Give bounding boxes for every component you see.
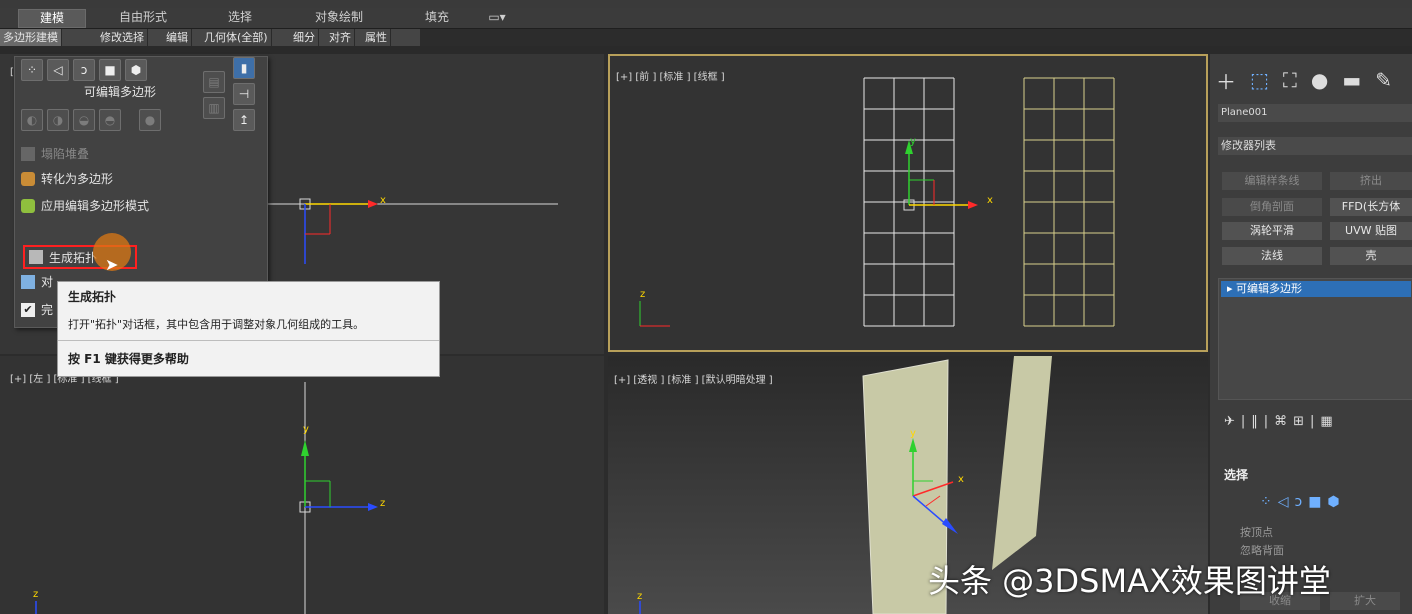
selection-mode-icons[interactable]: ⁘◁ↄ■⬢ — [1260, 494, 1346, 510]
tab-object-paint[interactable]: 对象绘制 — [300, 9, 378, 26]
left-axis-y-label: y — [303, 424, 309, 435]
command-panel-tabs: ＋ ⬚ ⛶ ● ▬ ✎ — [1216, 66, 1412, 94]
ring-icon[interactable]: ◒ — [73, 109, 95, 131]
collapse-stack-item[interactable]: 塌陷堆叠 — [21, 145, 89, 162]
tab-freeform[interactable]: 自由形式 — [110, 9, 176, 26]
apply-edit-poly-label: 应用编辑多边形模式 — [41, 199, 150, 213]
apply-edit-poly-item[interactable]: 应用编辑多边形模式 — [21, 197, 149, 214]
subtab-properties[interactable]: 属性 — [362, 29, 391, 46]
grow-button[interactable]: 扩大 — [1330, 592, 1400, 610]
preview-icon[interactable]: ▤ — [203, 71, 225, 93]
subtab-modify-selection[interactable]: 修改选择 — [97, 29, 148, 46]
edge-mode-icon[interactable]: ◁ — [47, 59, 69, 81]
ribbon-subtab-bar: 多边形建模 修改选择 编辑 几何体(全部) 细分 对齐 属性 — [0, 29, 420, 46]
element-mode-icon[interactable]: ⬢ — [125, 59, 147, 81]
tooltip-description: 打开"拓扑"对话框，其中包含用于调整对象几何组成的工具。 — [68, 318, 365, 331]
subtab-align[interactable]: 对齐 — [326, 29, 355, 46]
tab-populate[interactable]: 填充 — [412, 9, 462, 26]
subtab-subdivision[interactable]: 细分 — [290, 29, 319, 46]
left-axis-z-label: z — [380, 498, 386, 509]
object-name-field[interactable]: Plane001 — [1218, 104, 1412, 122]
extrude-button[interactable]: 挤出 — [1330, 172, 1412, 190]
subtab-edit[interactable]: 编辑 — [163, 29, 192, 46]
viewport-left[interactable]: [+] [左 ] [标准 ] [线框 ] y z z — [0, 356, 604, 614]
convert-to-poly-item[interactable]: 转化为多边形 — [21, 170, 113, 187]
modifier-stack: ▸ 可编辑多边形 — [1218, 278, 1412, 400]
persp-axis-y-label: y — [910, 428, 916, 439]
loop-icon[interactable]: ◓ — [99, 109, 121, 131]
move-up-icon[interactable]: ↥ — [233, 109, 255, 131]
tooltip-help: 按 F1 键获得更多帮助 — [68, 352, 189, 366]
persp-axis-x-label: x — [958, 474, 964, 485]
utilities-tab-icon[interactable]: ✎ — [1375, 68, 1392, 92]
toolbar-strip — [0, 46, 1412, 54]
vertex-mode-icon[interactable]: ⁘ — [21, 59, 43, 81]
turbosmooth-button[interactable]: 涡轮平滑 — [1222, 222, 1322, 240]
viewport-front[interactable]: [+] [前 ] [标准 ] [线框 ] y x z — [608, 54, 1208, 352]
command-panel: ＋ ⬚ ⛶ ● ▬ ✎ Plane001 修改器列表 编辑样条线 挤出 倒角剖面… — [1210, 54, 1412, 614]
grow-icon[interactable]: ◑ — [47, 109, 69, 131]
collapse-stack-label: 塌陷堆叠 — [41, 147, 90, 161]
front-axis-x-arrow — [968, 201, 978, 209]
stack-item-editable-poly[interactable]: ▸ 可编辑多边形 — [1221, 281, 1411, 297]
create-tab-icon[interactable]: ＋ — [1216, 66, 1236, 95]
panel-title: 可编辑多边形 — [83, 85, 156, 99]
mouse-cursor-icon: ➤ — [105, 255, 119, 274]
axis-x-label: x — [380, 195, 386, 206]
edit-spline-button[interactable]: 编辑样条线 — [1222, 172, 1322, 190]
symmetry-item[interactable]: 对 — [21, 273, 53, 290]
hierarchy-tab-icon[interactable]: ⛶ — [1283, 68, 1297, 92]
shell-button[interactable]: 壳 — [1330, 247, 1412, 265]
subtab-poly-modeling[interactable]: 多边形建模 — [0, 29, 62, 46]
uvw-map-button[interactable]: UVW 贴图 — [1330, 222, 1412, 240]
bevel-profile-button[interactable]: 倒角剖面 — [1222, 198, 1322, 216]
selection-rollout-title[interactable]: 选择 — [1224, 466, 1248, 483]
config-icon[interactable]: ▥ — [203, 97, 225, 119]
border-mode-icon[interactable]: ↄ — [73, 59, 95, 81]
tooltip-divider — [58, 340, 439, 341]
modify-tab-icon[interactable]: ⬚ — [1250, 68, 1269, 92]
checkbox-icon[interactable]: ✔ — [21, 302, 35, 317]
generate-topology-label: 生成拓扑 — [49, 250, 98, 265]
left-mini-axis-z-label: z — [33, 589, 39, 600]
polygon-mode-icon[interactable]: ■ — [99, 59, 121, 81]
motion-tab-icon[interactable]: ● — [1311, 68, 1328, 92]
persp-mini-axis-z-label: z — [637, 591, 643, 602]
front-mini-axis-z-label: z — [640, 289, 646, 300]
display-tab-icon[interactable]: ▬ — [1342, 68, 1361, 92]
show-end-result-icon[interactable]: ▮ — [233, 57, 255, 79]
tooltip-title: 生成拓扑 — [68, 290, 117, 304]
watermark: 头条 @3DSMAX效果图讲堂 — [928, 562, 1331, 600]
topology-icon — [29, 250, 43, 264]
symmetry-label: 对 — [41, 275, 54, 289]
stack-tools-icons[interactable]: ✈|‖|⌘⊞|▦ — [1224, 414, 1339, 429]
extra-icon[interactable]: ● — [139, 109, 161, 131]
front-axis-x-label: x — [987, 195, 993, 206]
tab-modeling[interactable]: 建模 — [18, 9, 86, 28]
ffd-box-button[interactable]: FFD(长方体 — [1330, 198, 1412, 216]
ribbon-tab-bar: 建模 自由形式 选择 对象绘制 填充 ▭▾ — [0, 8, 1412, 29]
complete-label: 完 — [41, 303, 54, 317]
convert-to-poly-label: 转化为多边形 — [41, 172, 114, 186]
viewport-front-canvas — [639, 77, 1115, 327]
stack-item-label: 可编辑多边形 — [1236, 282, 1303, 295]
pin-stack-icon[interactable]: ⊣ — [233, 83, 255, 105]
subtab-geometry-all[interactable]: 几何体(全部) — [201, 29, 272, 46]
collapse-icon — [21, 146, 35, 161]
ribbon-options-icon[interactable]: ▭▾ — [482, 9, 512, 26]
front-axis-y-label: y — [910, 136, 916, 147]
by-vertex-checkbox[interactable]: 按顶点 — [1240, 524, 1273, 540]
tooltip: 生成拓扑 打开"拓扑"对话框，其中包含用于调整对象几何组成的工具。 按 F1 键… — [57, 281, 440, 377]
apply-icon — [21, 198, 35, 213]
shrink-icon[interactable]: ◐ — [21, 109, 43, 131]
complete-item[interactable]: ✔ 完 — [21, 301, 53, 318]
modifier-list-dropdown[interactable]: 修改器列表 — [1218, 137, 1412, 155]
tab-selection[interactable]: 选择 — [210, 9, 270, 26]
symmetry-icon — [21, 274, 35, 289]
convert-icon — [21, 171, 35, 186]
normal-button[interactable]: 法线 — [1222, 247, 1322, 265]
viewport-left-canvas — [35, 382, 378, 614]
